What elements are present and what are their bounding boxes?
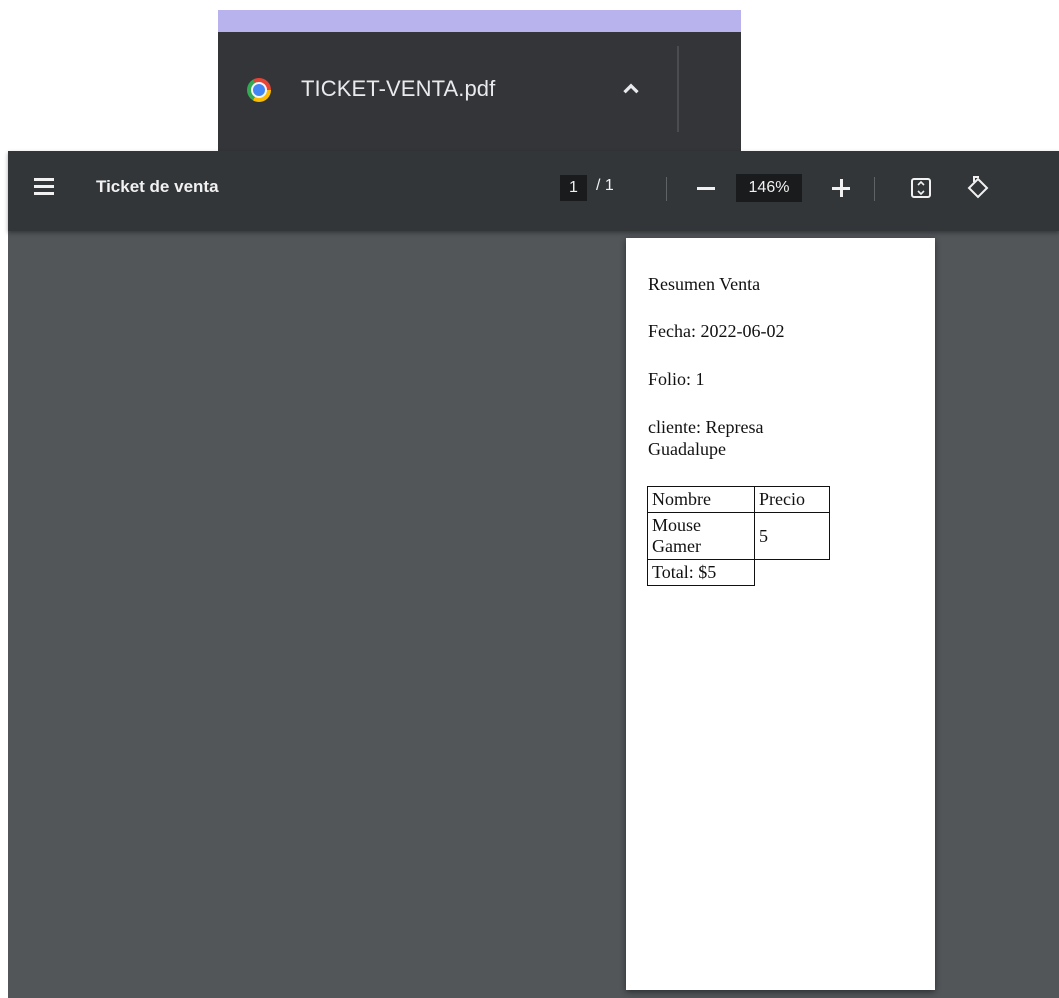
table-cell: Mouse Gamer: [647, 512, 755, 560]
pdf-toolbar: Ticket de venta 1 / 1 146%: [8, 151, 1059, 231]
doc-heading: Resumen Venta: [648, 274, 761, 294]
table-header: Nombre: [647, 486, 755, 513]
table-cell: 5: [754, 512, 830, 560]
doc-date: Fecha: 2022-06-02: [648, 321, 785, 341]
rotate-icon[interactable]: [965, 175, 991, 201]
table-total: Total: $5: [647, 559, 755, 586]
download-item[interactable]: TICKET-VENTA.pdf: [218, 32, 678, 147]
page-number-input[interactable]: 1: [560, 175, 587, 201]
items-table: Nombre Precio Mouse Gamer 5 Total: $5: [647, 486, 830, 586]
download-shelf-divider: [677, 46, 679, 132]
document-title: Ticket de venta: [96, 177, 219, 196]
toolbar-divider: [666, 177, 667, 201]
toolbar-divider: [874, 177, 875, 201]
doc-folio: Folio: 1: [648, 369, 705, 389]
menu-icon[interactable]: [34, 177, 54, 197]
fit-page-icon[interactable]: [910, 177, 932, 199]
table-header: Precio: [754, 486, 830, 513]
download-file-name: TICKET-VENTA.pdf: [301, 76, 496, 101]
table-header-row: Nombre Precio: [647, 486, 830, 513]
table-row: Mouse Gamer 5: [647, 512, 830, 560]
window-top-edge: [218, 10, 741, 32]
zoom-level-input[interactable]: 146%: [736, 174, 802, 202]
pdf-viewer: Ticket de venta 1 / 1 146% Resumen Venta…: [8, 151, 1059, 998]
pdf-page: Resumen Venta Fecha: 2022-06-02 Folio: 1…: [626, 238, 935, 990]
zoom-in-icon[interactable]: [832, 179, 850, 197]
chrome-icon: [247, 78, 271, 102]
zoom-out-icon[interactable]: [697, 187, 715, 190]
table-total-row: Total: $5: [647, 559, 830, 586]
download-shelf: TICKET-VENTA.pdf: [218, 32, 741, 152]
chevron-up-icon[interactable]: [618, 76, 644, 102]
doc-client: cliente: Represa Guadalupe: [648, 417, 764, 459]
page-total: / 1: [596, 177, 614, 194]
